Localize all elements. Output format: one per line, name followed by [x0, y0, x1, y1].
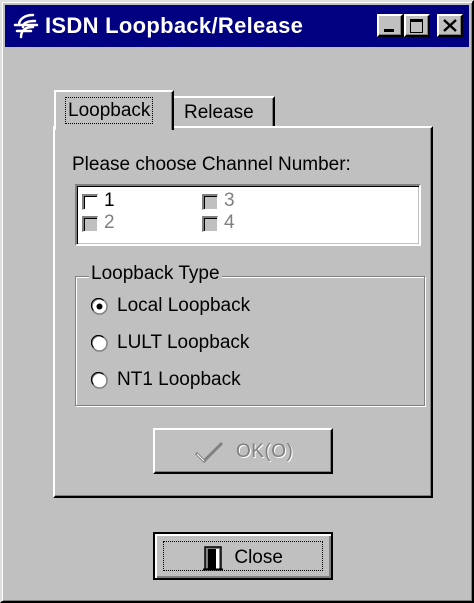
- maximize-button[interactable]: [404, 14, 430, 37]
- isdn-app-icon: [13, 13, 39, 39]
- checkbox-box: [202, 216, 218, 232]
- radio-selected-icon: [91, 298, 108, 315]
- close-button-label: Close: [234, 547, 283, 569]
- title-bar[interactable]: ISDN Loopback/Release: [5, 5, 469, 47]
- close-icon: [443, 19, 457, 32]
- checkbox-box: [202, 194, 218, 210]
- tab-loopback[interactable]: Loopback: [54, 90, 174, 130]
- nt1-loopback-label: NT1 Loopback: [117, 369, 241, 390]
- door-icon: [203, 546, 224, 571]
- checkbox-box: [82, 216, 98, 232]
- close-window-button[interactable]: [437, 14, 463, 37]
- local-loopback-label: Local Loopback: [117, 295, 251, 316]
- channel-number-label: Please choose Channel Number:: [72, 154, 351, 175]
- loopback-type-legend: Loopback Type: [89, 263, 222, 285]
- channel-1-label: 1: [104, 190, 115, 211]
- isdn-dialog-window: ISDN Loopback/Release Loopback Release P…: [0, 0, 474, 603]
- ok-button: OK(O): [153, 428, 333, 474]
- channel-2-label: 2: [104, 212, 115, 233]
- ok-button-label: OK(O): [235, 441, 294, 463]
- tab-loopback-label: Loopback: [64, 97, 154, 124]
- close-button[interactable]: Close: [153, 532, 333, 580]
- channel-3-label: 3: [224, 190, 235, 211]
- radio-unselected-icon: [91, 372, 108, 389]
- checkmark-icon: [194, 441, 223, 463]
- lult-loopback-label: LULT Loopback: [117, 332, 250, 353]
- tab-release[interactable]: Release: [174, 96, 275, 126]
- radio-unselected-icon: [91, 335, 108, 352]
- channel-4-label: 4: [224, 212, 235, 233]
- minimize-button[interactable]: [377, 14, 403, 37]
- tab-release-label: Release: [184, 102, 254, 123]
- window-title: ISDN Loopback/Release: [45, 13, 304, 38]
- checkbox-box: [82, 194, 98, 210]
- channel-list-box: 1 2 3 4: [75, 184, 421, 246]
